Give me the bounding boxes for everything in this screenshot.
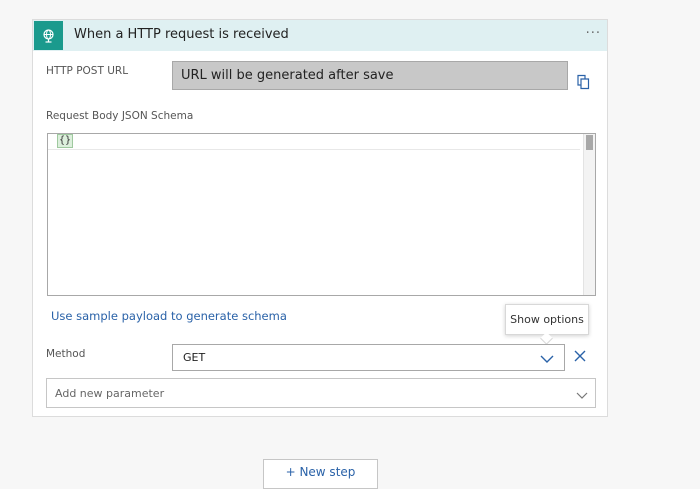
more-options-button[interactable]: ··· (586, 26, 601, 41)
close-icon[interactable] (574, 347, 586, 366)
use-sample-payload-link[interactable]: Use sample payload to generate schema (51, 309, 287, 323)
json-schema-editor[interactable]: {} (47, 133, 596, 296)
add-new-parameter-dropdown[interactable]: Add new parameter (46, 378, 596, 408)
tooltip-arrow (540, 332, 553, 345)
method-label: Method (46, 348, 86, 360)
tooltip-text: Show options (510, 313, 584, 326)
scroll-thumb[interactable] (586, 135, 593, 150)
chevron-down-icon[interactable] (576, 389, 588, 402)
schema-label: Request Body JSON Schema (46, 110, 194, 122)
editor-line: {} (48, 134, 580, 150)
editor-scrollbar[interactable] (583, 134, 595, 295)
method-value: GET (183, 351, 206, 364)
http-request-icon (34, 21, 63, 50)
http-post-url-field: URL will be generated after save (172, 61, 568, 90)
chevron-down-icon[interactable] (540, 353, 554, 366)
trigger-card: When a HTTP request is received ··· HTTP… (32, 19, 608, 417)
method-dropdown[interactable]: GET (172, 344, 565, 371)
schema-content: {} (56, 134, 74, 148)
show-options-tooltip: Show options (505, 304, 589, 345)
trigger-title: When a HTTP request is received (74, 27, 289, 42)
add-new-parameter-placeholder: Add new parameter (55, 387, 165, 400)
http-post-url-label: HTTP POST URL (46, 65, 129, 77)
new-step-button[interactable]: + New step (263, 459, 378, 489)
copy-icon[interactable] (576, 74, 591, 94)
trigger-header[interactable]: When a HTTP request is received ··· (33, 20, 607, 51)
